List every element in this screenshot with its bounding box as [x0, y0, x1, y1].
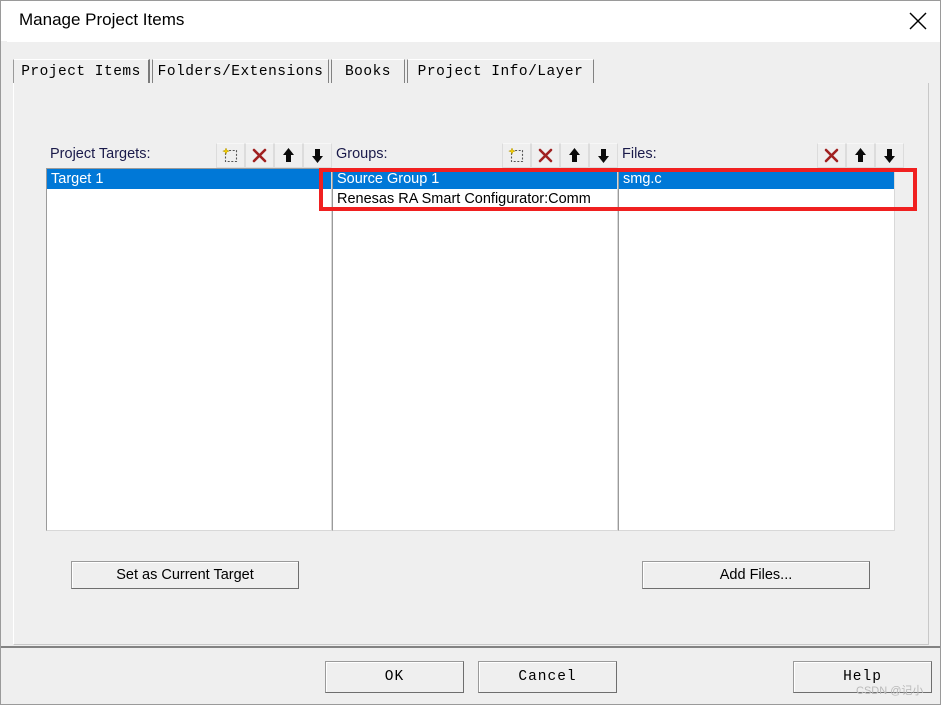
project-targets-listbox[interactable]: Target 1 — [46, 168, 332, 531]
manage-project-items-dialog: Manage Project Items Project Items Folde… — [0, 0, 941, 705]
move-up-arrow-icon — [567, 147, 582, 164]
delete-x-icon — [537, 147, 554, 164]
title-bar: Manage Project Items — [1, 1, 940, 42]
new-item-icon — [222, 147, 239, 164]
list-item[interactable]: smg.c — [619, 169, 894, 189]
files-label: Files: — [622, 146, 657, 162]
button-label: Set as Current Target — [116, 567, 254, 583]
groups-listbox[interactable]: Source Group 1 Renesas RA Smart Configur… — [332, 168, 618, 531]
tab-panel-project-items: Project Targets: Target 1 Set as Current… — [13, 83, 929, 645]
move-down-arrow-icon — [310, 147, 325, 164]
delete-x-icon — [251, 147, 268, 164]
tab-project-items[interactable]: Project Items — [13, 59, 150, 84]
groups-column: Groups: Source Group 1 Renesas RA Smart … — [332, 143, 618, 531]
move-group-down-button[interactable] — [589, 143, 618, 168]
move-target-up-button[interactable] — [274, 143, 303, 168]
tab-label: Project Info/Layer — [417, 64, 584, 80]
move-file-down-button[interactable] — [875, 143, 904, 168]
files-column: Files: smg.c Add Files... — [618, 143, 904, 589]
groups-toolbar — [502, 143, 618, 168]
tab-books[interactable]: Books — [331, 59, 405, 84]
tab-label: Project Items — [21, 64, 141, 80]
dialog-left-edge — [1, 41, 7, 646]
move-up-arrow-icon — [853, 147, 868, 164]
list-item[interactable]: Source Group 1 — [333, 169, 617, 189]
project-targets-column: Project Targets: Target 1 Set as Current… — [46, 143, 332, 589]
project-targets-label: Project Targets: — [50, 146, 151, 162]
move-down-arrow-icon — [882, 147, 897, 164]
tab-folders-extensions[interactable]: Folders/Extensions — [152, 59, 329, 84]
footer-separator — [1, 646, 940, 648]
ok-button[interactable]: OK — [325, 661, 464, 693]
close-icon — [907, 10, 929, 32]
groups-label: Groups: — [336, 146, 388, 162]
set-as-current-target-button[interactable]: Set as Current Target — [71, 561, 299, 589]
button-label: Add Files... — [719, 567, 793, 583]
new-target-button[interactable] — [216, 143, 245, 168]
remove-file-button[interactable] — [817, 143, 846, 168]
tab-label: Books — [344, 64, 391, 80]
tab-label: Folders/Extensions — [157, 64, 324, 80]
files-listbox[interactable]: smg.c — [618, 168, 895, 531]
remove-group-button[interactable] — [531, 143, 560, 168]
move-up-arrow-icon — [281, 147, 296, 164]
move-down-arrow-icon — [596, 147, 611, 164]
move-group-up-button[interactable] — [560, 143, 589, 168]
move-target-down-button[interactable] — [303, 143, 332, 168]
list-item[interactable]: Renesas RA Smart Configurator:Comm — [333, 189, 617, 209]
project-targets-header: Project Targets: — [46, 143, 332, 168]
files-toolbar — [817, 143, 904, 168]
close-button[interactable] — [895, 1, 940, 41]
button-label: Cancel — [518, 669, 577, 685]
add-files-button[interactable]: Add Files... — [642, 561, 870, 589]
groups-header: Groups: — [332, 143, 618, 168]
new-item-icon — [508, 147, 525, 164]
button-label: OK — [384, 669, 405, 685]
project-targets-toolbar — [216, 143, 332, 168]
page-title: Manage Project Items — [19, 10, 185, 29]
list-item[interactable]: Target 1 — [47, 169, 331, 189]
cancel-button[interactable]: Cancel — [478, 661, 617, 693]
files-header: Files: — [618, 143, 904, 168]
move-file-up-button[interactable] — [846, 143, 875, 168]
new-group-button[interactable] — [502, 143, 531, 168]
delete-x-icon — [823, 147, 840, 164]
tab-project-info-layer[interactable]: Project Info/Layer — [407, 59, 594, 84]
remove-target-button[interactable] — [245, 143, 274, 168]
tab-strip: Project Items Folders/Extensions Books P… — [13, 59, 929, 84]
watermark-text: CSDN @记小 — [856, 685, 924, 697]
